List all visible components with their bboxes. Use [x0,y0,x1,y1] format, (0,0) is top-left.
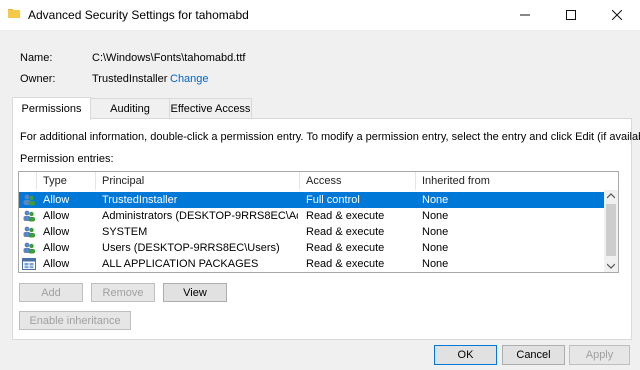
row-type: Allow [43,258,70,270]
row-type: Allow [43,242,70,254]
list-scrollbar[interactable] [604,190,618,272]
folder-icon [8,9,20,18]
scroll-down-icon[interactable] [607,263,615,269]
row-inherited: None [422,258,449,270]
window-title: Advanced Security Settings for tahomabd [28,8,249,22]
permission-entries-label: Permission entries: [20,153,114,165]
close-button[interactable] [594,0,640,30]
permission-row[interactable]: Allow Administrators (DESKTOP-9RRS8EC\Ad… [19,208,604,224]
maximize-icon [566,10,576,20]
row-access: Full control [306,194,360,206]
row-principal: TrustedInstaller [102,194,178,206]
tab-label: Auditing [110,103,150,115]
enable-inheritance-button[interactable]: Enable inheritance [19,311,131,330]
row-access: Read & execute [306,242,385,254]
user-group-icon [23,210,35,222]
row-access: Read & execute [306,226,385,238]
column-header-inherited[interactable]: Inherited from [416,172,604,190]
permission-row[interactable]: Allow TrustedInstaller Full control None [19,192,604,208]
owner-label: Owner: [20,73,56,85]
permission-entries-list[interactable]: Type Principal Access Inherited from All… [18,171,619,273]
name-value: C:\Windows\Fonts\tahomabd.ttf [92,52,246,64]
cancel-button[interactable]: Cancel [502,345,565,365]
user-group-icon [23,226,35,238]
title-bar: Advanced Security Settings for tahomabd [0,0,640,30]
minimize-icon [520,14,530,16]
user-group-icon [23,194,35,206]
column-header-access[interactable]: Access [300,172,416,190]
ok-button[interactable]: OK [434,345,497,365]
permission-row[interactable]: Allow ALL APPLICATION PACKAGES Read & ex… [19,256,604,272]
apply-button[interactable]: Apply [569,345,630,365]
row-inherited: None [422,242,449,254]
row-type: Allow [43,210,70,222]
add-button[interactable]: Add [19,283,83,302]
remove-button[interactable]: Remove [91,283,155,302]
app-packages-icon [22,258,36,270]
row-inherited: None [422,194,449,206]
scrollbar-thumb[interactable] [606,204,616,256]
name-label: Name: [20,52,53,64]
owner-value: TrustedInstaller [92,73,168,85]
row-type: Allow [43,194,70,206]
row-principal: ALL APPLICATION PACKAGES [102,258,259,270]
row-access: Read & execute [306,210,385,222]
tab-label: Effective Access [170,103,251,115]
tab-effective-access[interactable]: Effective Access [169,98,252,119]
view-button[interactable]: View [163,283,227,302]
column-header-icon [19,172,37,190]
column-header-type[interactable]: Type [37,172,96,190]
row-inherited: None [422,210,449,222]
permission-row[interactable]: Allow Users (DESKTOP-9RRS8EC\Users) Read… [19,240,604,256]
row-type: Allow [43,226,70,238]
row-principal: SYSTEM [102,226,148,238]
scroll-up-icon[interactable] [607,193,615,199]
close-icon [612,10,622,20]
row-inherited: None [422,226,449,238]
instructions-text: For additional information, double-click… [20,131,640,143]
tab-permissions[interactable]: Permissions [12,97,91,120]
user-group-icon [23,242,35,254]
maximize-button[interactable] [548,0,594,30]
column-header-principal[interactable]: Principal [96,172,300,190]
change-owner-link[interactable]: Change [170,73,209,85]
row-principal: Users (DESKTOP-9RRS8EC\Users) [102,242,280,254]
tab-auditing[interactable]: Auditing [89,98,171,119]
permission-row[interactable]: Allow SYSTEM Read & execute None [19,224,604,240]
row-principal: Administrators (DESKTOP-9RRS8EC\Admi... [102,210,298,222]
tab-label: Permissions [21,103,82,115]
minimize-button[interactable] [502,0,548,30]
row-access: Read & execute [306,258,385,270]
